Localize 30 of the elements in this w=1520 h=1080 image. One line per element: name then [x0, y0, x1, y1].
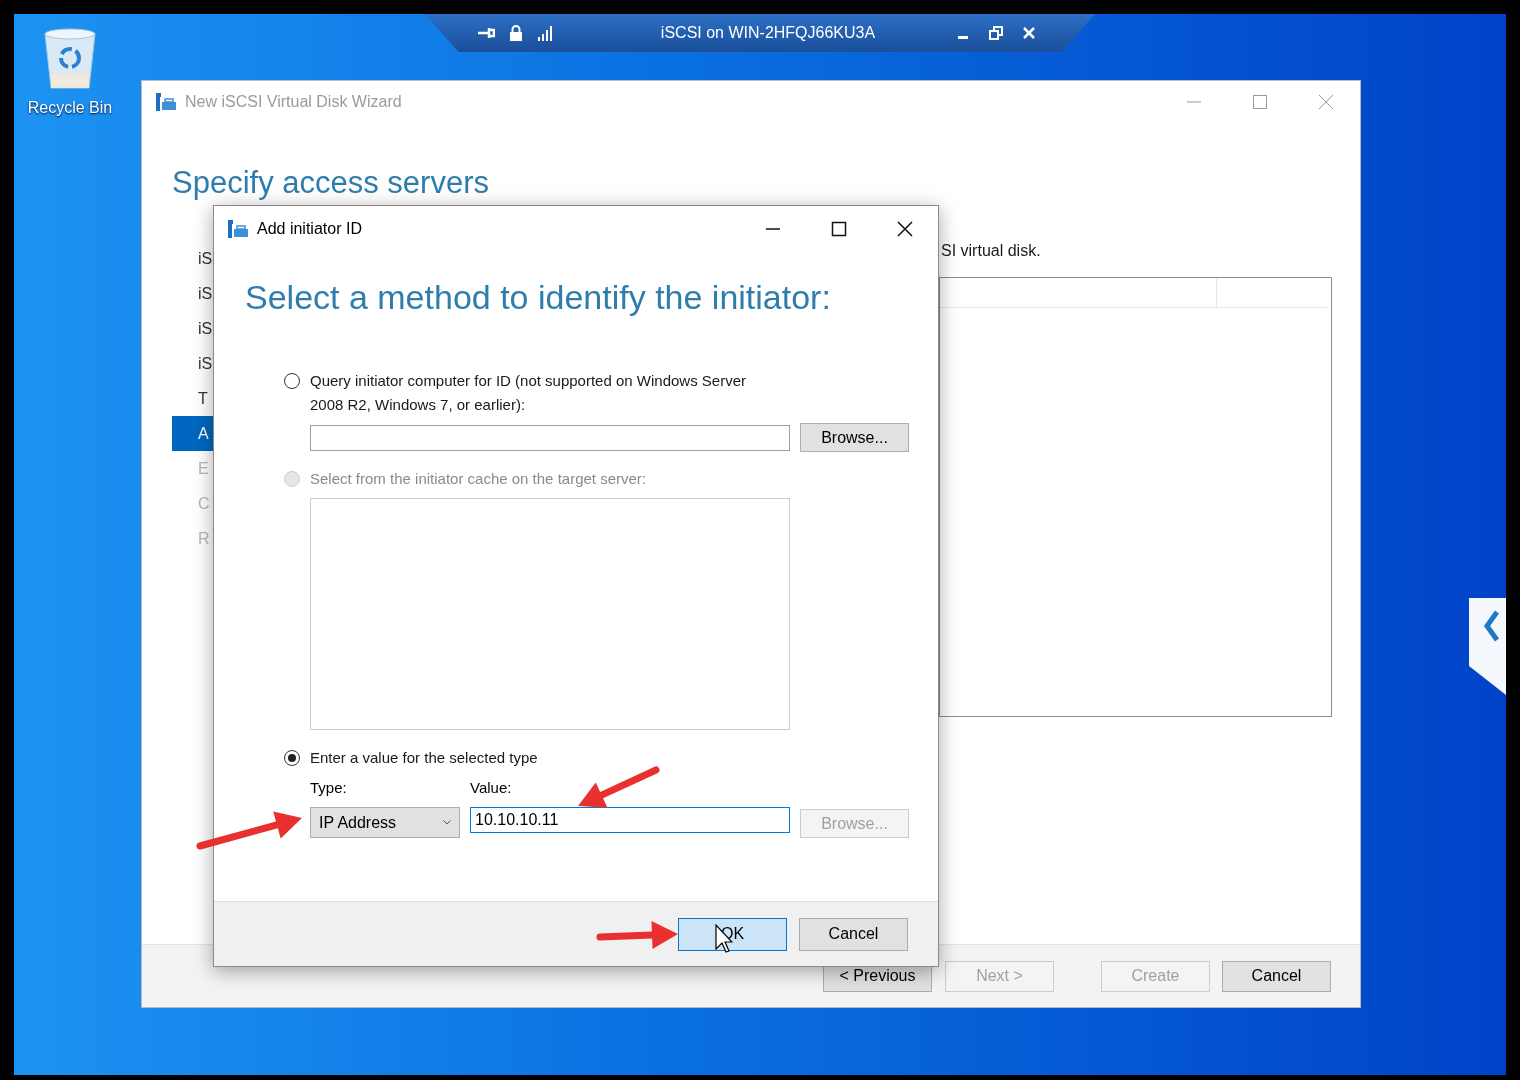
server-icon — [227, 218, 249, 239]
page-heading: Specify access servers — [172, 164, 490, 202]
close-icon[interactable] — [897, 220, 913, 237]
connection-title: iSCSI on WIN-2HFQJ66KU3A — [659, 23, 877, 43]
value-label: Value: — [470, 778, 512, 798]
icon-label: Recycle Bin — [27, 98, 113, 118]
option-label: Query initiator computer for ID (not supported on Windows Server 2008 R2, Windows 7, or earlier): — [310, 371, 748, 415]
value-field[interactable]: 10.10.10.11 — [470, 807, 790, 833]
option-label: Enter a value for the selected type — [310, 748, 539, 768]
dialog-button[interactable]: Cancel — [799, 917, 908, 951]
server-icon — [155, 92, 177, 112]
type-label: Type: — [310, 778, 347, 798]
dialog-title: Add initiator ID — [257, 218, 362, 239]
radio-button[interactable] — [284, 750, 300, 766]
lock-icon — [509, 25, 523, 41]
type-dropdown[interactable]: IP Address — [310, 807, 460, 838]
radio-button[interactable] — [284, 373, 300, 389]
restore-icon[interactable] — [989, 26, 1003, 40]
wizard-button[interactable]: Cancel — [1222, 960, 1331, 992]
description-text: SI virtual disk. — [941, 241, 1042, 261]
maximize-icon[interactable] — [831, 220, 847, 237]
browse-button[interactable]: Browse... — [800, 423, 909, 452]
dialog-heading: Select a method to identify the initiator: — [245, 277, 832, 317]
signal-icon — [537, 25, 553, 41]
pin-icon[interactable] — [477, 26, 495, 40]
option-label: Select from the initiator cache on the target server: — [310, 469, 647, 489]
side-panel-tab[interactable] — [1469, 598, 1506, 695]
computer-field[interactable] — [310, 424, 790, 451]
recycle-bin-icon[interactable] — [41, 26, 99, 90]
window-title: New iSCSI Virtual Disk Wizard — [185, 92, 402, 112]
